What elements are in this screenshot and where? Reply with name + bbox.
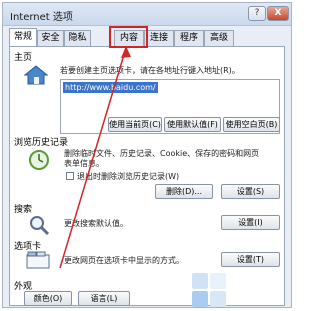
history-section-title: 浏览历史记录 bbox=[14, 138, 69, 148]
delete-on-exit-label: 退出时删除浏览历史记录(W) bbox=[77, 172, 180, 181]
history-settings-button[interactable]: 设置(S) bbox=[221, 184, 280, 199]
house-icon bbox=[24, 65, 48, 85]
delete-on-exit-checkbox[interactable] bbox=[66, 172, 74, 180]
delete-history-button[interactable]: 删除(D)... bbox=[155, 184, 213, 199]
home-description: 若要创建主页选项卡，请在各地址行键入地址(R)。 bbox=[60, 66, 240, 75]
search-description: 更改搜索默认值。 bbox=[64, 219, 128, 228]
home-section-title: 主页 bbox=[14, 53, 33, 63]
watermark-block bbox=[210, 273, 226, 289]
use-current-page-button[interactable]: 使用当前页(C) bbox=[108, 117, 162, 132]
home-page-url: http://www.baidu.com/ bbox=[63, 82, 158, 93]
use-blank-page-button[interactable]: 使用空白页(B) bbox=[223, 117, 280, 132]
tabs-settings-button[interactable]: 设置(T) bbox=[221, 252, 280, 267]
watermark-block bbox=[210, 291, 226, 307]
history-description-line2: 表单信息。 bbox=[64, 159, 104, 168]
tab-general[interactable]: 常规 bbox=[9, 28, 37, 47]
tab-advanced[interactable]: 高级 bbox=[204, 30, 234, 46]
tab-privacy[interactable]: 隐私 bbox=[64, 30, 91, 46]
use-default-button[interactable]: 使用默认值(F) bbox=[164, 117, 221, 132]
watermark-block bbox=[192, 273, 208, 289]
general-tab-panel: 主页 若要创建主页选项卡，请在各地址行键入地址(R)。 http://www.b… bbox=[9, 46, 285, 307]
tab-security[interactable]: 安全 bbox=[37, 30, 64, 46]
title-bar[interactable]: Internet 选项 ? X bbox=[3, 3, 291, 26]
help-button[interactable]: ? bbox=[248, 6, 266, 21]
tab-connections[interactable]: 连接 bbox=[144, 30, 174, 46]
search-settings-button[interactable]: 设置(I) bbox=[221, 215, 280, 230]
watermark-block bbox=[192, 291, 208, 307]
window-title: Internet 选项 bbox=[10, 12, 73, 23]
magnifier-icon bbox=[30, 216, 50, 236]
languages-button[interactable]: 语言(L) bbox=[78, 291, 130, 306]
history-clock-icon bbox=[29, 150, 49, 170]
tab-programs[interactable]: 程序 bbox=[174, 30, 204, 46]
tabs-icon bbox=[26, 251, 50, 269]
tabs-description: 更改网页在选项卡中显示的方式。 bbox=[64, 256, 184, 265]
colors-button[interactable]: 颜色(O) bbox=[24, 291, 72, 306]
content-tab-highlight bbox=[109, 26, 148, 48]
close-button[interactable]: X bbox=[267, 6, 289, 21]
